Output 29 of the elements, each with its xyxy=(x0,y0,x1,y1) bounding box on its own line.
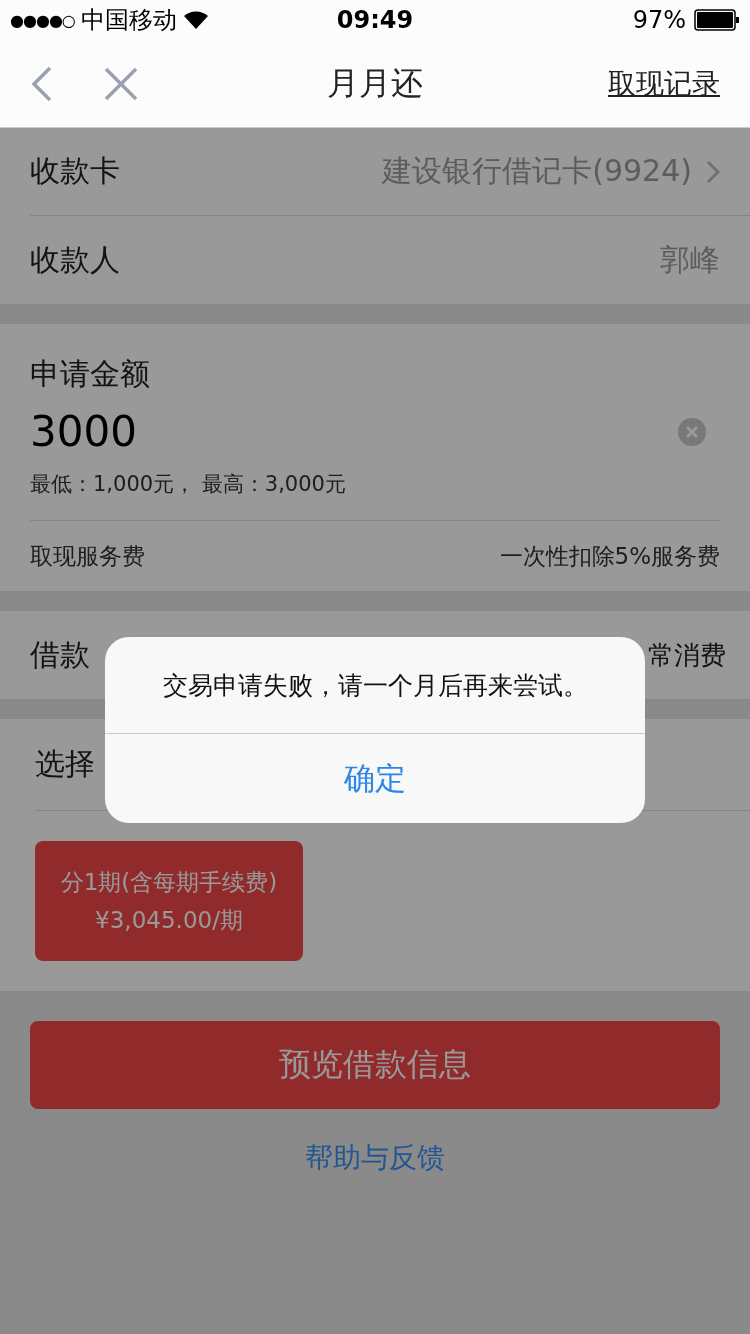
amount-field[interactable]: 3000 xyxy=(30,407,678,456)
confirm-button[interactable]: 确定 xyxy=(105,734,645,823)
preview-button[interactable]: 预览借款信息 xyxy=(30,1021,720,1109)
fee-value: 一次性扣除5%服务费 xyxy=(499,541,720,571)
alert-message: 交易申请失败，请一个月后再来尝试。 xyxy=(105,637,645,734)
period-title: 选择 xyxy=(35,745,95,783)
row-value: 建设银行借记卡(9924) xyxy=(382,152,692,190)
row-value: 郭峰 xyxy=(660,240,720,279)
close-button[interactable] xyxy=(104,66,138,101)
row-label: 收款卡 xyxy=(30,152,120,190)
amount-range: 最低：1,000元， 最高：3,000元 xyxy=(30,470,720,521)
row-label: 借款 xyxy=(30,635,90,674)
amount-label: 申请金额 xyxy=(30,356,150,391)
help-link[interactable]: 帮助与反馈 xyxy=(305,1139,445,1177)
signal-icon: ●●●●○ xyxy=(10,10,75,30)
carrier-name: 中国移动 xyxy=(80,5,177,36)
wifi-icon xyxy=(182,10,209,30)
page-title: 月月还 xyxy=(326,62,424,104)
fee-label: 取现服务费 xyxy=(30,541,145,571)
row-label: 收款人 xyxy=(30,240,120,279)
battery-icon xyxy=(694,9,740,31)
clock: 09:49 xyxy=(335,6,415,34)
battery-percent: 97% xyxy=(632,6,686,34)
row-value: 常消费 xyxy=(648,638,726,672)
withdraw-records-link[interactable]: 取现记录 xyxy=(608,64,720,103)
chevron-icon xyxy=(706,159,720,184)
clear-icon[interactable] xyxy=(678,417,706,446)
period-option[interactable]: 分1期(含每期手续费) ¥3,045.00/期 xyxy=(35,841,303,961)
back-button[interactable] xyxy=(30,65,54,102)
